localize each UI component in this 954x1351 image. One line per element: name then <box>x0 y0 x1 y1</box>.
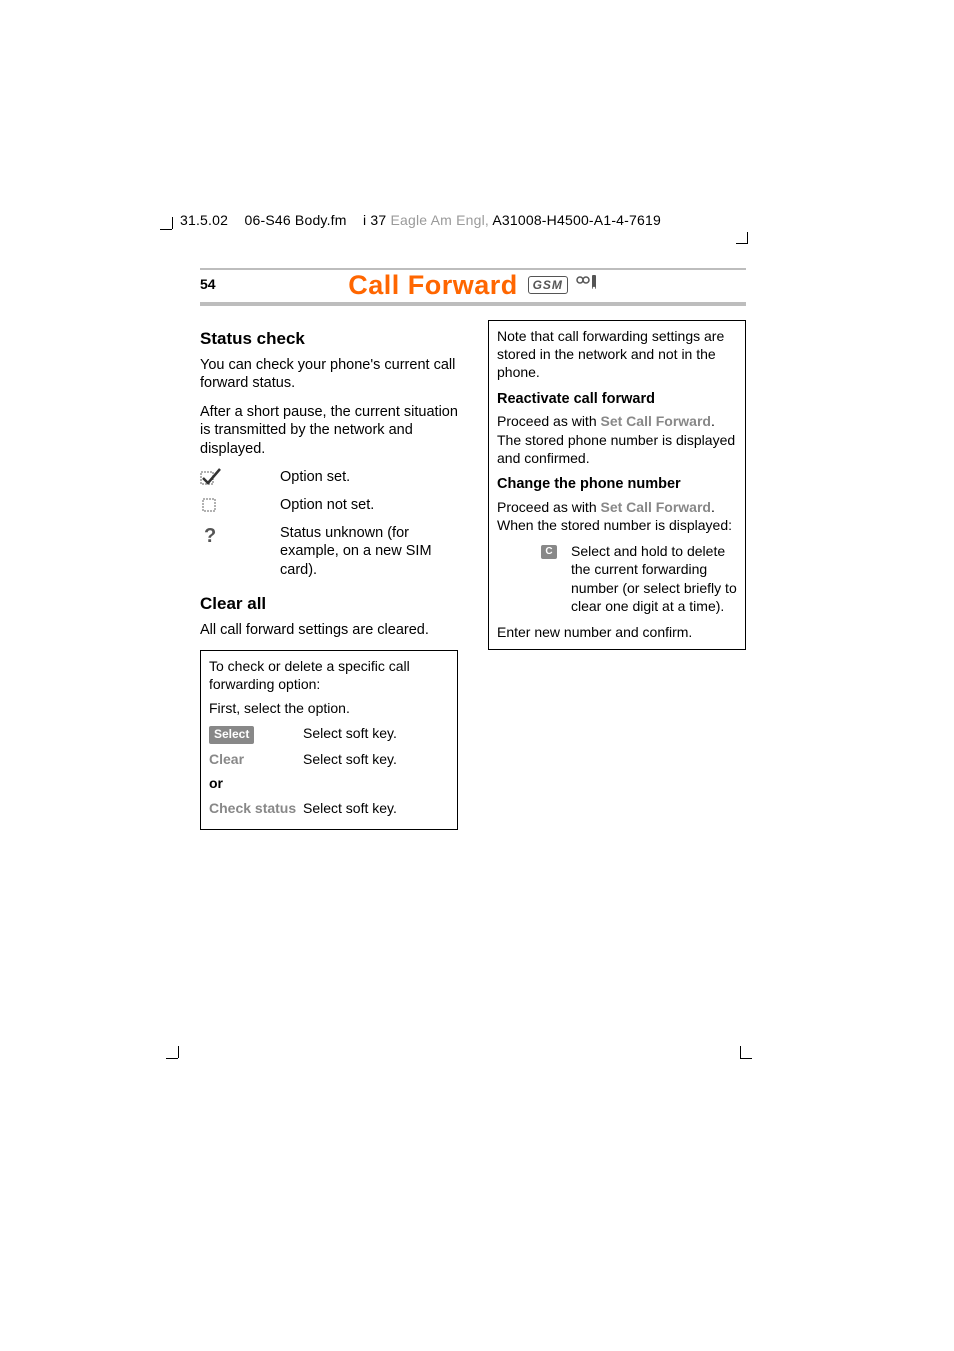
doc-header: 31.5.02 06-S46 Body.fm i 37 Eagle Am Eng… <box>180 212 661 228</box>
checkmark-icon <box>200 468 280 492</box>
enter-new-number: Enter new number and confirm. <box>497 623 737 641</box>
select-action: Select soft key. <box>303 724 449 742</box>
doc-lang: Am Engl, <box>431 212 489 228</box>
icon-label: Option set. <box>280 468 458 492</box>
status-check-p2: After a short pause, the current situati… <box>200 403 458 459</box>
txt: Proceed as with <box>497 413 601 429</box>
icon-label: Status unknown (for example, on a new SI… <box>280 524 458 580</box>
change-number-heading: Change the phone number <box>497 475 737 494</box>
c-key-text: Select and hold to delete the current fo… <box>571 542 737 615</box>
clear-all-text: All call forward settings are cleared. <box>200 621 458 640</box>
select-softkey: Select <box>209 726 254 744</box>
left-column: Status check You can check your phone's … <box>200 320 458 830</box>
check-status-softkey: Check status <box>209 800 296 816</box>
doc-file: 06-S46 Body.fm <box>244 212 346 228</box>
box-intro: To check or delete a specific call forwa… <box>209 657 449 694</box>
or-label: or <box>209 774 223 792</box>
clear-key-icon: C <box>541 545 557 559</box>
network-depend-icon <box>574 274 598 297</box>
txt: Proceed as with <box>497 499 601 515</box>
icon-row-notset: Option not set. <box>200 496 458 520</box>
right-column: Note that call forwarding settings are s… <box>488 320 746 830</box>
unchecked-box-icon <box>200 496 280 520</box>
set-call-forward-link: Set Call Forward <box>601 413 711 429</box>
c-key-row: C Select and hold to delete the current … <box>497 542 737 615</box>
procedure-box: To check or delete a specific call forwa… <box>200 650 458 831</box>
info-box: Note that call forwarding settings are s… <box>488 320 746 650</box>
doc-code: A31008-H4500-A1-4-7619 <box>492 212 661 228</box>
doc-index: i 37 <box>363 212 386 228</box>
icon-row-unknown: ? Status unknown (for example, on a new … <box>200 524 458 580</box>
clear-all-heading: Clear all <box>200 593 458 615</box>
page-body: 54 Call Forward GSM Status check You can… <box>200 266 746 830</box>
change-number-text: Proceed as with Set Call Forward. When t… <box>497 498 737 534</box>
box-first: First, select the option. <box>209 699 449 717</box>
question-icon: ? <box>200 524 280 580</box>
note-text: Note that call forwarding settings are s… <box>497 327 737 382</box>
page-title: Call Forward <box>348 270 518 301</box>
status-check-p1: You can check your phone's current call … <box>200 356 458 393</box>
reactivate-heading: Reactivate call forward <box>497 390 737 409</box>
reactivate-text: Proceed as with Set Call Forward. The st… <box>497 412 737 467</box>
icon-label: Option not set. <box>280 496 458 520</box>
doc-product: Eagle <box>390 212 427 228</box>
check-status-action: Select soft key. <box>303 799 449 817</box>
icon-row-set: Option set. <box>200 468 458 492</box>
clear-softkey: Clear <box>209 751 244 767</box>
status-check-heading: Status check <box>200 328 458 350</box>
doc-date: 31.5.02 <box>180 212 228 228</box>
gsm-icon: GSM <box>528 276 568 294</box>
set-call-forward-link: Set Call Forward <box>601 499 711 515</box>
clear-action: Select soft key. <box>303 750 449 768</box>
